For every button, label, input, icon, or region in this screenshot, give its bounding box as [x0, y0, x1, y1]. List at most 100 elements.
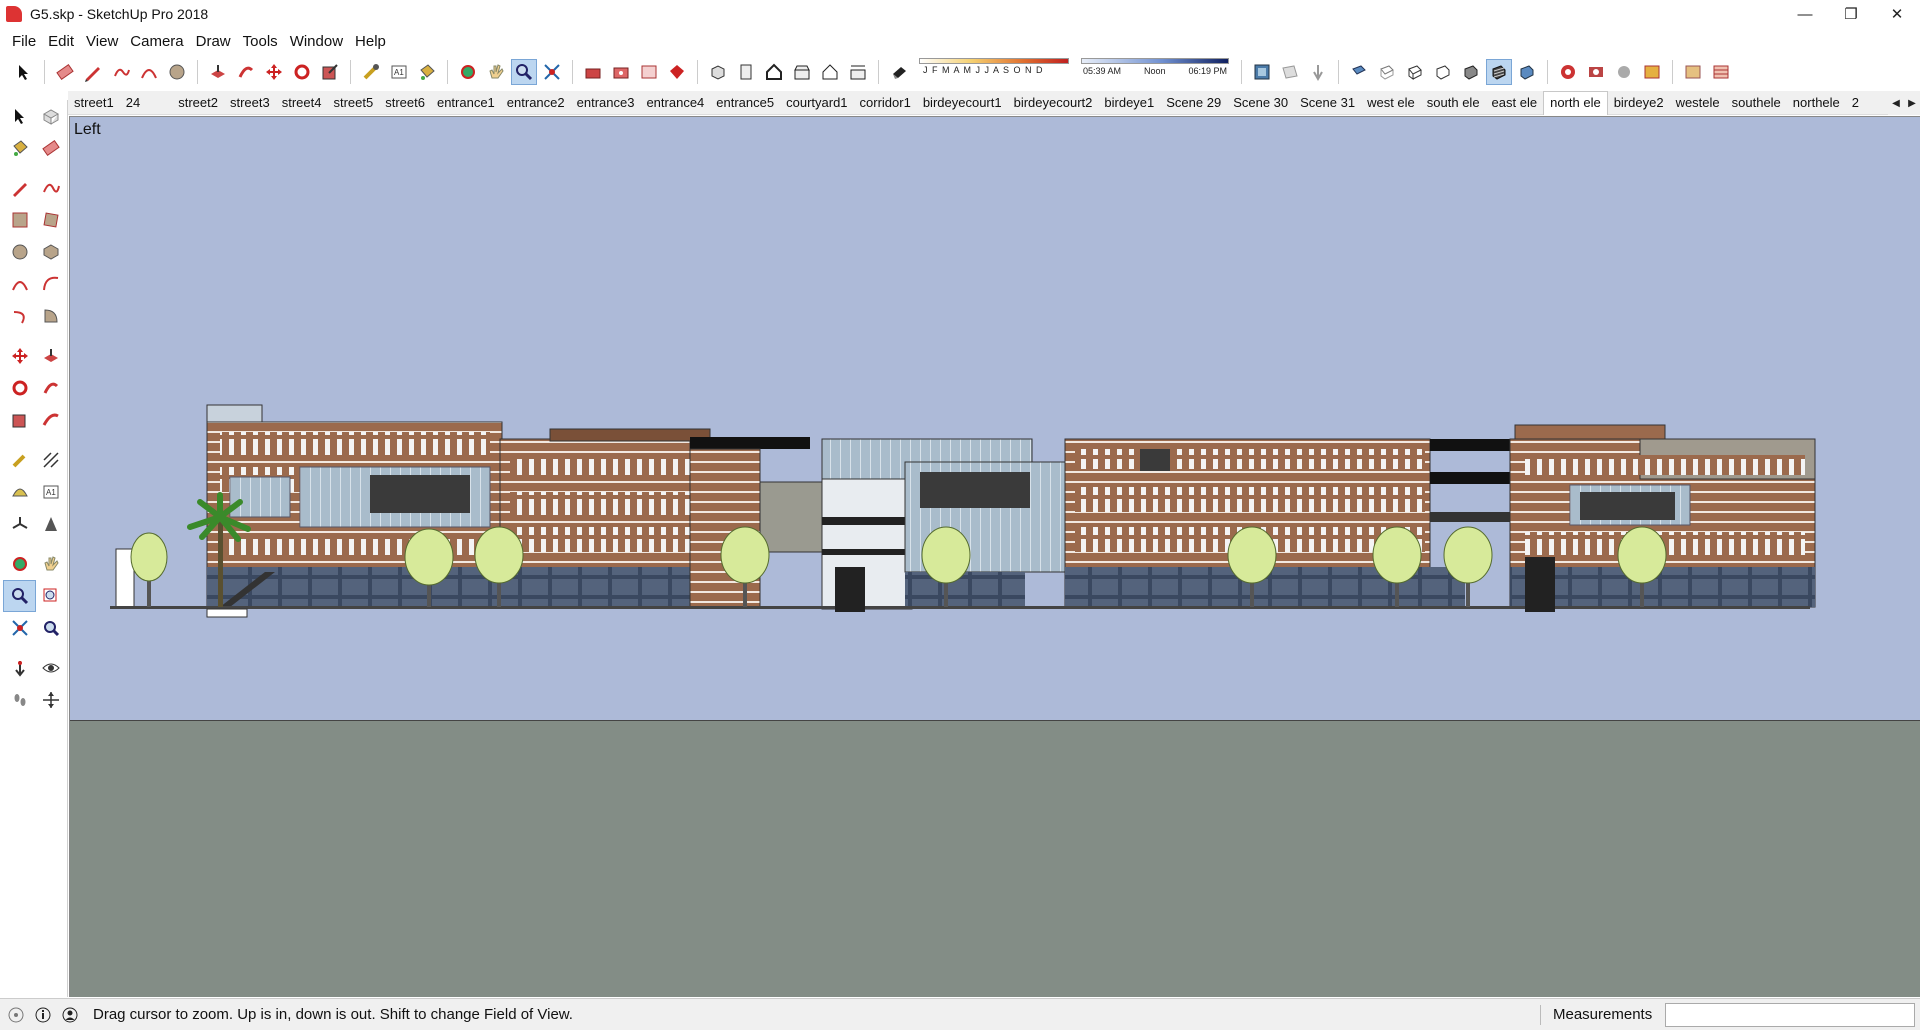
follow-me-icon[interactable]	[35, 373, 66, 403]
scene-tab[interactable]: entrance2	[501, 95, 571, 110]
follow-me-icon[interactable]	[234, 60, 258, 84]
scene-tab[interactable]: 2	[1846, 95, 1865, 110]
zoom-extents-icon[interactable]	[4, 613, 35, 643]
top-view-icon[interactable]	[734, 60, 758, 84]
menu-camera[interactable]: Camera	[124, 33, 189, 50]
hidden-line-style-icon[interactable]	[1431, 60, 1455, 84]
rotated-rectangle-icon[interactable]	[35, 205, 66, 235]
display-section-planes-icon[interactable]	[1278, 60, 1302, 84]
back-edges-style-icon[interactable]	[1375, 60, 1399, 84]
vray-interactive-icon[interactable]	[1584, 60, 1608, 84]
scene-tab-active[interactable]: north ele	[1543, 90, 1608, 115]
menu-edit[interactable]: Edit	[42, 33, 80, 50]
layout-send-icon[interactable]	[637, 60, 661, 84]
scene-tab[interactable]: Scene 29	[1160, 95, 1227, 110]
previous-view-icon[interactable]	[35, 613, 66, 643]
scene-tab[interactable]: south ele	[1421, 95, 1486, 110]
section-plane-tool-icon[interactable]	[35, 685, 66, 715]
protractor-icon[interactable]	[4, 477, 35, 507]
vray-render-icon[interactable]	[1556, 60, 1580, 84]
3d-text-icon[interactable]	[35, 509, 66, 539]
scene-tab[interactable]: southele	[1726, 95, 1787, 110]
offset-icon[interactable]	[35, 405, 66, 435]
credits-info-icon[interactable]	[32, 1004, 54, 1026]
warehouse-icon[interactable]	[581, 60, 605, 84]
extension-manager-icon[interactable]	[665, 60, 689, 84]
vray-asset-icon[interactable]	[1612, 60, 1636, 84]
paint-bucket-icon[interactable]	[415, 60, 439, 84]
scene-tab[interactable]: northele	[1787, 95, 1846, 110]
scene-tab[interactable]: west ele	[1361, 95, 1421, 110]
zoom-window-icon[interactable]	[35, 581, 66, 611]
look-around-eye-icon[interactable]	[35, 653, 66, 683]
move-icon[interactable]	[4, 341, 35, 371]
shadow-time-slider[interactable]: 05:39 AM Noon 06:19 PM	[1081, 58, 1229, 86]
select-arrow-icon[interactable]	[4, 101, 35, 131]
menu-window[interactable]: Window	[284, 33, 349, 50]
zoom-extents-icon[interactable]	[540, 60, 564, 84]
vray-frame-buffer-icon[interactable]	[1640, 60, 1664, 84]
scene-tab[interactable]: birdeye1	[1098, 95, 1160, 110]
paint-bucket-icon[interactable]	[4, 133, 35, 163]
circle-tool-icon[interactable]	[4, 237, 35, 267]
pan-hand-icon[interactable]	[484, 60, 508, 84]
vray-lights-icon[interactable]	[1681, 60, 1705, 84]
arc-dropdown-icon[interactable]	[137, 60, 161, 84]
text-tool-icon[interactable]: A1	[35, 477, 66, 507]
xray-style-icon[interactable]	[1347, 60, 1371, 84]
left-view-icon[interactable]	[846, 60, 870, 84]
monochrome-style-icon[interactable]	[1515, 60, 1539, 84]
pie-tool-icon[interactable]	[35, 301, 66, 331]
scene-tab[interactable]: 24	[120, 95, 146, 110]
move-icon[interactable]	[262, 60, 286, 84]
scene-tab[interactable]: Scene 30	[1227, 95, 1294, 110]
freehand-dropdown-icon[interactable]	[109, 60, 133, 84]
shadows-toggle-icon[interactable]	[887, 60, 911, 84]
tape-measure-icon[interactable]	[359, 60, 383, 84]
tab-scroll-left-icon[interactable]: ◀	[1888, 91, 1904, 115]
scale-icon[interactable]	[4, 405, 35, 435]
menu-draw[interactable]: Draw	[190, 33, 237, 50]
minimize-button[interactable]: —	[1782, 0, 1828, 28]
freehand-tool-icon[interactable]	[35, 173, 66, 203]
vray-dome-light-icon[interactable]	[1709, 60, 1733, 84]
scene-tab[interactable]: birdeye2	[1608, 95, 1670, 110]
scale-icon[interactable]	[318, 60, 342, 84]
scene-tab[interactable]: east ele	[1486, 95, 1544, 110]
text-label-icon[interactable]: A1	[387, 60, 411, 84]
extension-warehouse-icon[interactable]	[609, 60, 633, 84]
zoom-icon[interactable]	[3, 580, 36, 612]
menu-tools[interactable]: Tools	[237, 33, 284, 50]
rectangle-tool-icon[interactable]	[4, 205, 35, 235]
maximize-button[interactable]: ❐	[1828, 0, 1874, 28]
pencil-line-icon[interactable]	[81, 60, 105, 84]
display-section-cuts-icon[interactable]	[1306, 60, 1330, 84]
iso-view-icon[interactable]	[706, 60, 730, 84]
scene-tab[interactable]: entrance3	[571, 95, 641, 110]
scene-tab[interactable]: entrance5	[710, 95, 780, 110]
scene-tab[interactable]: street3	[224, 95, 276, 110]
scene-tab[interactable]: birdeyecourt1	[917, 95, 1008, 110]
geolocation-icon[interactable]	[5, 1004, 27, 1026]
position-camera-icon[interactable]	[4, 653, 35, 683]
menu-help[interactable]: Help	[349, 33, 392, 50]
section-plane-icon[interactable]	[1250, 60, 1274, 84]
shadow-date-slider[interactable]: J F M A M J J A S O N D	[919, 58, 1069, 86]
shaded-style-icon[interactable]	[1459, 60, 1483, 84]
back-view-icon[interactable]	[818, 60, 842, 84]
scene-tab[interactable]: Scene 31	[1294, 95, 1361, 110]
model-viewport[interactable]: Left	[69, 116, 1920, 997]
three-point-arc-icon[interactable]	[4, 301, 35, 331]
front-view-icon[interactable]	[762, 60, 786, 84]
arc-tool-icon[interactable]	[4, 269, 35, 299]
scene-tab[interactable]: courtyard1	[780, 95, 853, 110]
scene-tab[interactable]: entrance1	[431, 95, 501, 110]
tape-measure-icon[interactable]	[4, 445, 35, 475]
circle-dropdown-icon[interactable]	[165, 60, 189, 84]
close-button[interactable]: ✕	[1874, 0, 1920, 28]
rotate-icon[interactable]	[290, 60, 314, 84]
scene-tab[interactable]: street1	[68, 95, 120, 110]
scene-tab[interactable]: street4	[276, 95, 328, 110]
push-pull-icon[interactable]	[206, 60, 230, 84]
right-view-icon[interactable]	[790, 60, 814, 84]
